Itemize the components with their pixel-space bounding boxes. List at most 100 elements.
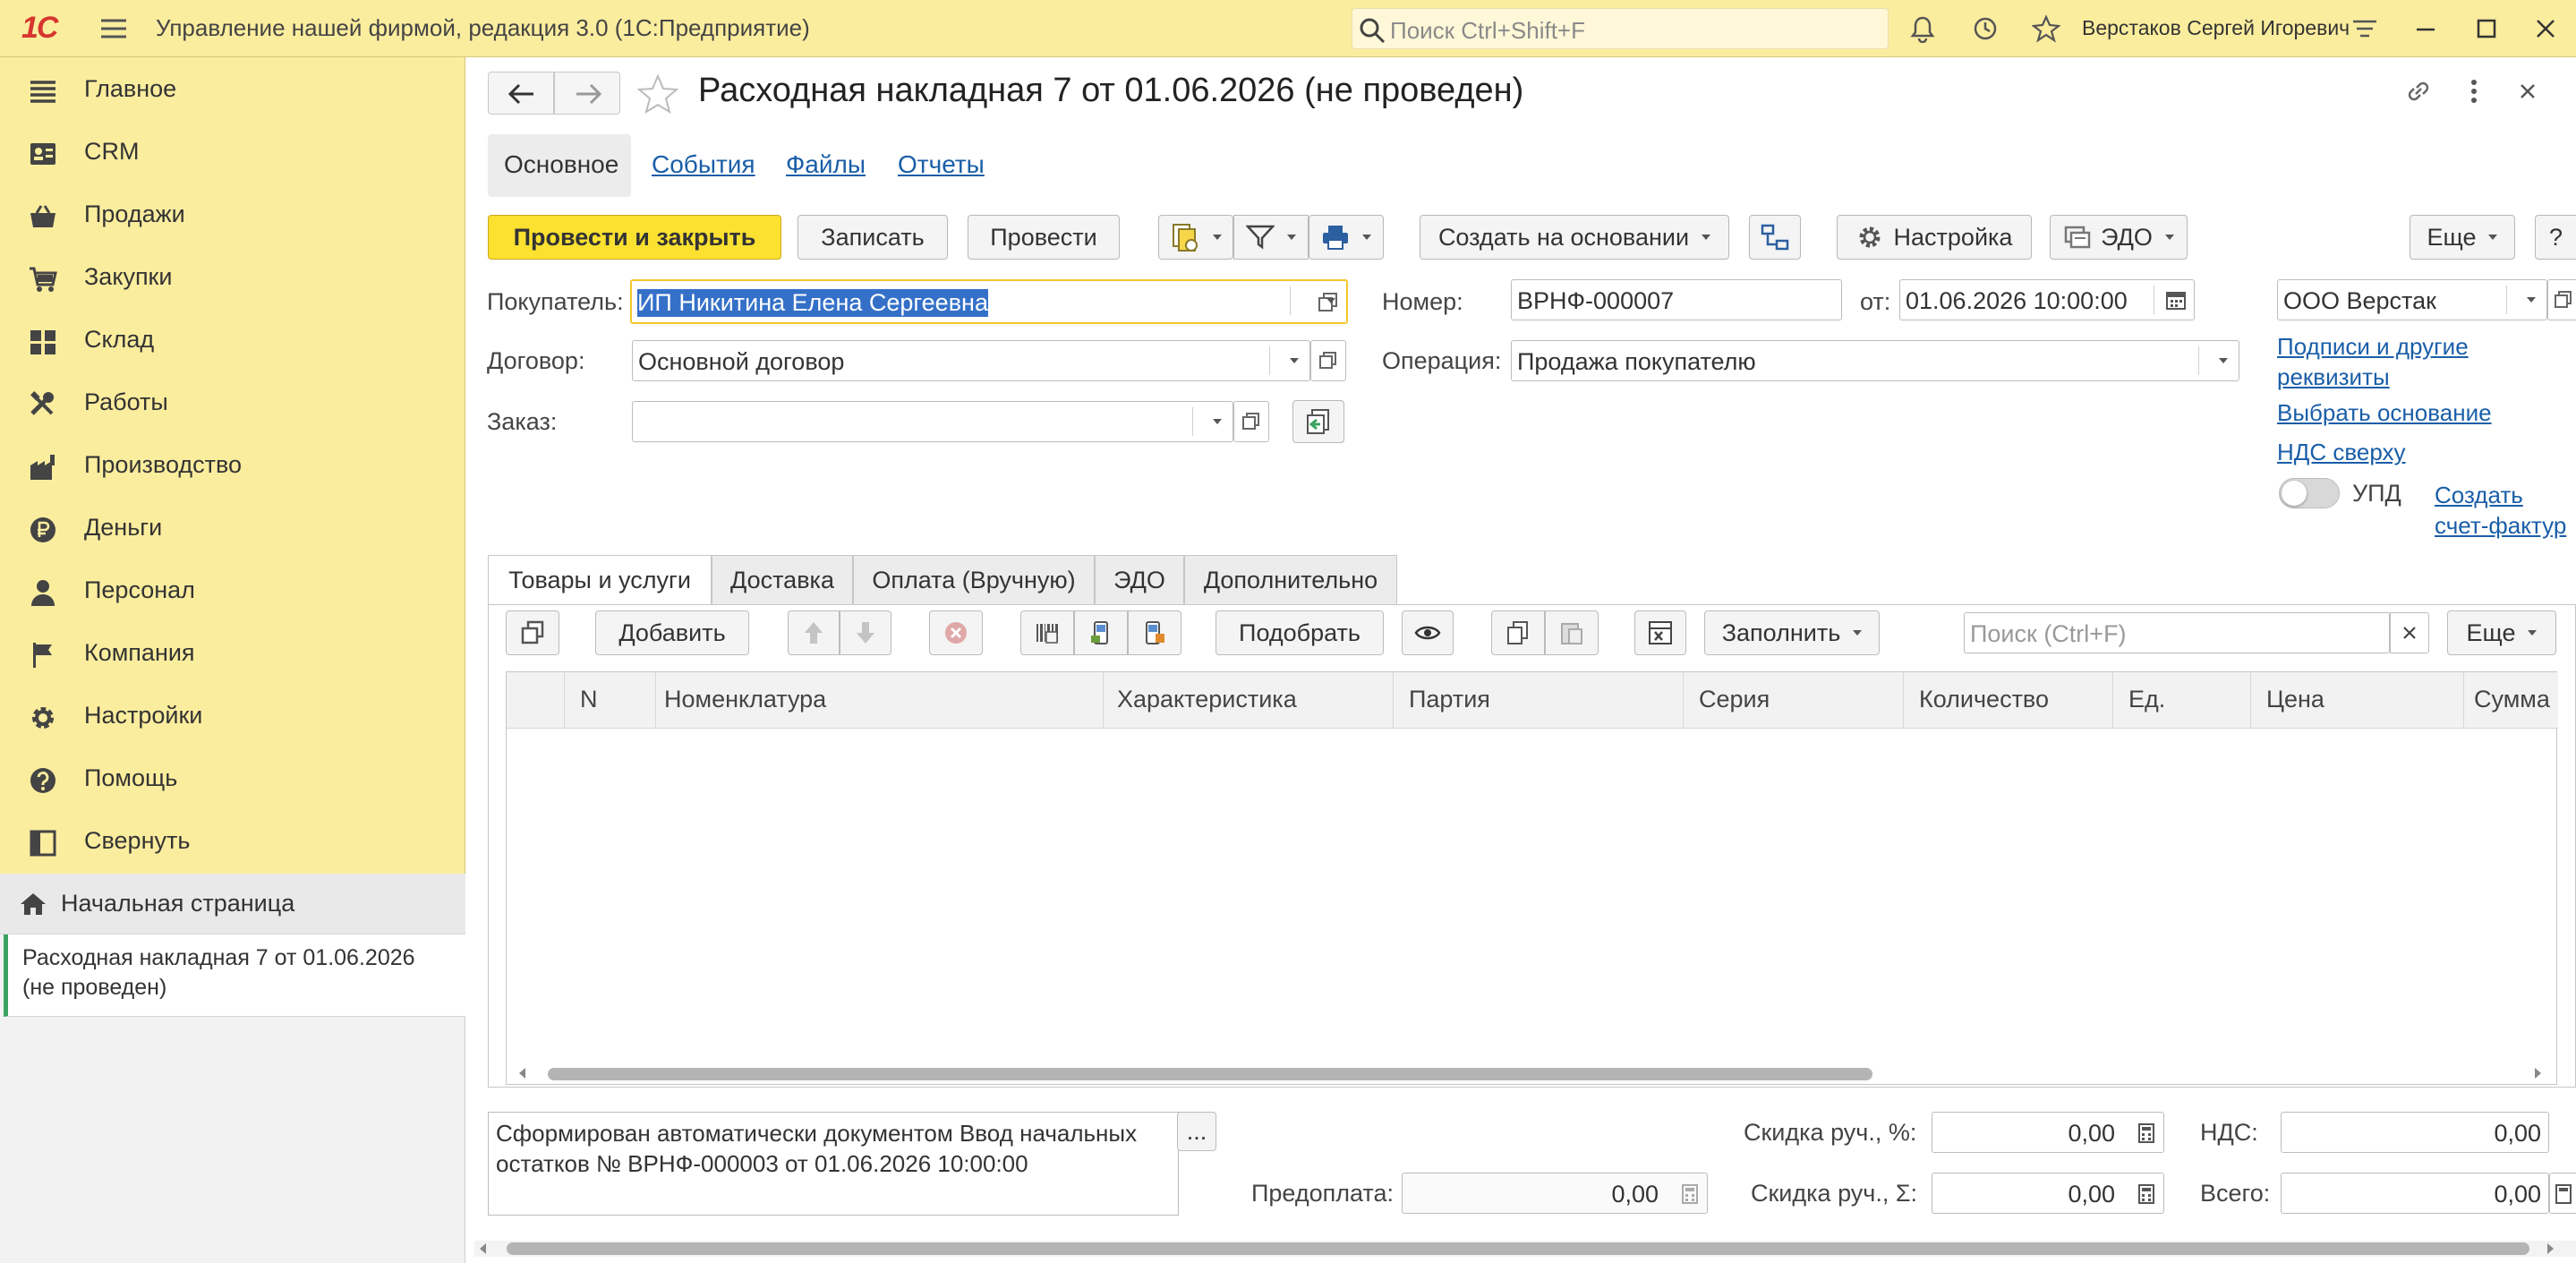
goods-table[interactable]: N Номенклатура Характеристика Партия Сер… xyxy=(506,671,2558,1085)
forward-button[interactable] xyxy=(554,72,620,115)
maximize-icon[interactable] xyxy=(2467,9,2506,48)
sidebar-item-help[interactable]: Помощь xyxy=(0,748,465,811)
column-header[interactable]: Количество xyxy=(1919,686,2049,713)
sidebar-item-purchases[interactable]: Закупки xyxy=(0,247,465,310)
table-more-button[interactable]: Еще xyxy=(2447,610,2556,655)
link-icon[interactable] xyxy=(2402,75,2435,107)
choose-base-link[interactable]: Выбрать основание xyxy=(2277,399,2492,427)
show-button[interactable] xyxy=(1402,610,1454,655)
data-collection-button[interactable] xyxy=(1074,610,1128,655)
number-field[interactable]: ВРНФ-000007 xyxy=(1511,279,1842,320)
sidebar-item-settings[interactable]: Настройки xyxy=(0,686,465,748)
sidebar-item-collapse[interactable]: Свернуть xyxy=(0,811,465,874)
comment-field[interactable]: Сформирован автоматически документом Вво… xyxy=(488,1112,1179,1216)
favorite-star-icon[interactable] xyxy=(636,73,679,115)
move-down-button[interactable] xyxy=(840,610,891,655)
create-invoice-link[interactable]: Создать счет-фактур xyxy=(2435,480,2576,541)
paste-rows-button[interactable] xyxy=(1545,610,1599,655)
company-field[interactable]: ООО Верстак xyxy=(2277,279,2547,320)
tab-goods-services[interactable]: Товары и услуги xyxy=(488,555,712,605)
filter-button[interactable] xyxy=(1233,215,1309,260)
operation-field[interactable]: Продажа покупателю xyxy=(1511,340,2239,381)
date-field[interactable]: 01.06.2026 10:00:00 xyxy=(1899,279,2195,320)
upd-toggle[interactable] xyxy=(2279,478,2340,508)
form-scroll-left-icon[interactable] xyxy=(480,1243,486,1254)
calculator-icon[interactable] xyxy=(2137,1123,2156,1143)
sidebar-item-crm[interactable]: CRM xyxy=(0,122,465,184)
sidebar-item-company[interactable]: Компания xyxy=(0,623,465,686)
tab-events[interactable]: События xyxy=(652,150,755,179)
scroll-left-icon[interactable] xyxy=(519,1068,525,1079)
edo-button[interactable]: ЭДО xyxy=(2050,215,2188,260)
delete-row-button[interactable] xyxy=(929,610,983,655)
main-menu-icon[interactable] xyxy=(98,14,129,43)
sidebar-item-main[interactable]: Главное xyxy=(0,59,465,122)
home-page-link[interactable]: Начальная страница xyxy=(0,874,465,934)
column-header[interactable]: Номенклатура xyxy=(664,686,826,713)
order-field[interactable] xyxy=(632,401,1233,442)
vat-top-link[interactable]: НДС сверху xyxy=(2277,439,2406,466)
pick-button[interactable]: Подобрать xyxy=(1215,610,1384,655)
copy-rows-button[interactable] xyxy=(1491,610,1545,655)
clear-search-button[interactable] xyxy=(2390,612,2429,653)
discount-pct-field[interactable]: 0,00 xyxy=(1932,1112,2164,1153)
open-window-item[interactable]: Расходная накладная 7 от 01.06.2026 (не … xyxy=(4,934,465,1017)
signatures-link[interactable]: Подписи и другие реквизиты xyxy=(2277,331,2555,392)
calendar-icon[interactable] xyxy=(2165,289,2187,311)
column-header[interactable]: Характеристика xyxy=(1117,686,1297,713)
excel-load-button[interactable] xyxy=(1634,610,1686,655)
global-search-input[interactable]: Поиск Ctrl+Shift+F xyxy=(1352,8,1889,49)
more-vertical-icon[interactable] xyxy=(2458,75,2490,107)
form-horizontal-scrollbar[interactable] xyxy=(507,1242,2529,1255)
sidebar-item-money[interactable]: Деньги xyxy=(0,498,465,560)
column-header[interactable]: Серия xyxy=(1699,686,1770,713)
add-row-button[interactable]: Добавить xyxy=(595,610,749,655)
fill-by-order-button[interactable] xyxy=(1292,400,1344,443)
column-header[interactable]: N xyxy=(580,686,598,713)
discount-sum-field[interactable]: 0,00 xyxy=(1932,1173,2164,1214)
save-button[interactable]: Записать xyxy=(798,215,948,260)
sidebar-item-sales[interactable]: Продажи xyxy=(0,184,465,247)
sidebar-item-works[interactable]: Работы xyxy=(0,372,465,435)
structure-button[interactable] xyxy=(1749,215,1801,260)
fill-button[interactable]: Заполнить xyxy=(1704,610,1880,655)
settings-menu-icon[interactable] xyxy=(2345,9,2384,48)
column-header[interactable]: Ед. xyxy=(2128,686,2165,713)
copy-row-button[interactable] xyxy=(506,610,559,655)
settings-button[interactable]: Настройка xyxy=(1837,215,2032,260)
close-form-icon[interactable] xyxy=(2512,75,2544,107)
back-button[interactable] xyxy=(488,72,554,115)
more-actions-button[interactable]: Еще xyxy=(2410,215,2515,260)
table-search-input[interactable]: Поиск (Ctrl+F) xyxy=(1964,612,2390,653)
table-horizontal-scrollbar[interactable] xyxy=(548,1068,1872,1080)
tab-edo[interactable]: ЭДО xyxy=(1095,555,1184,605)
post-and-close-button[interactable]: Провести и закрыть xyxy=(488,215,781,260)
order-open-button[interactable] xyxy=(1233,401,1269,442)
create-based-on-button[interactable]: Создать на основании xyxy=(1420,215,1729,260)
close-window-icon[interactable] xyxy=(2526,9,2565,48)
sidebar-item-production[interactable]: Производство xyxy=(0,435,465,498)
print-button[interactable] xyxy=(1309,215,1384,260)
notifications-bell-icon[interactable] xyxy=(1903,9,1942,48)
favorites-star-icon[interactable] xyxy=(2026,9,2066,48)
contract-field[interactable]: Основной договор xyxy=(632,340,1310,381)
post-button[interactable]: Провести xyxy=(968,215,1120,260)
company-open-button[interactable] xyxy=(2547,279,2576,320)
barcode-button[interactable] xyxy=(1020,610,1074,655)
sidebar-item-personnel[interactable]: Персонал xyxy=(0,560,465,623)
calculator-icon[interactable] xyxy=(2137,1184,2156,1204)
move-up-button[interactable] xyxy=(788,610,840,655)
form-scroll-right-icon[interactable] xyxy=(2547,1243,2554,1254)
tab-files[interactable]: Файлы xyxy=(786,150,866,179)
comment-edit-button[interactable]: ... xyxy=(1177,1112,1216,1151)
minimize-icon[interactable] xyxy=(2406,9,2445,48)
tsd-button[interactable] xyxy=(1128,610,1181,655)
total-calc-button[interactable] xyxy=(2549,1173,2576,1214)
tab-payment[interactable]: Оплата (Вручную) xyxy=(853,555,1095,605)
column-header[interactable]: Партия xyxy=(1409,686,1490,713)
tab-delivery[interactable]: Доставка xyxy=(712,555,853,605)
help-button[interactable]: ? xyxy=(2535,215,2576,260)
related-docs-button[interactable] xyxy=(1158,215,1233,260)
open-icon[interactable] xyxy=(1316,290,1341,315)
sidebar-item-warehouse[interactable]: Склад xyxy=(0,310,465,372)
